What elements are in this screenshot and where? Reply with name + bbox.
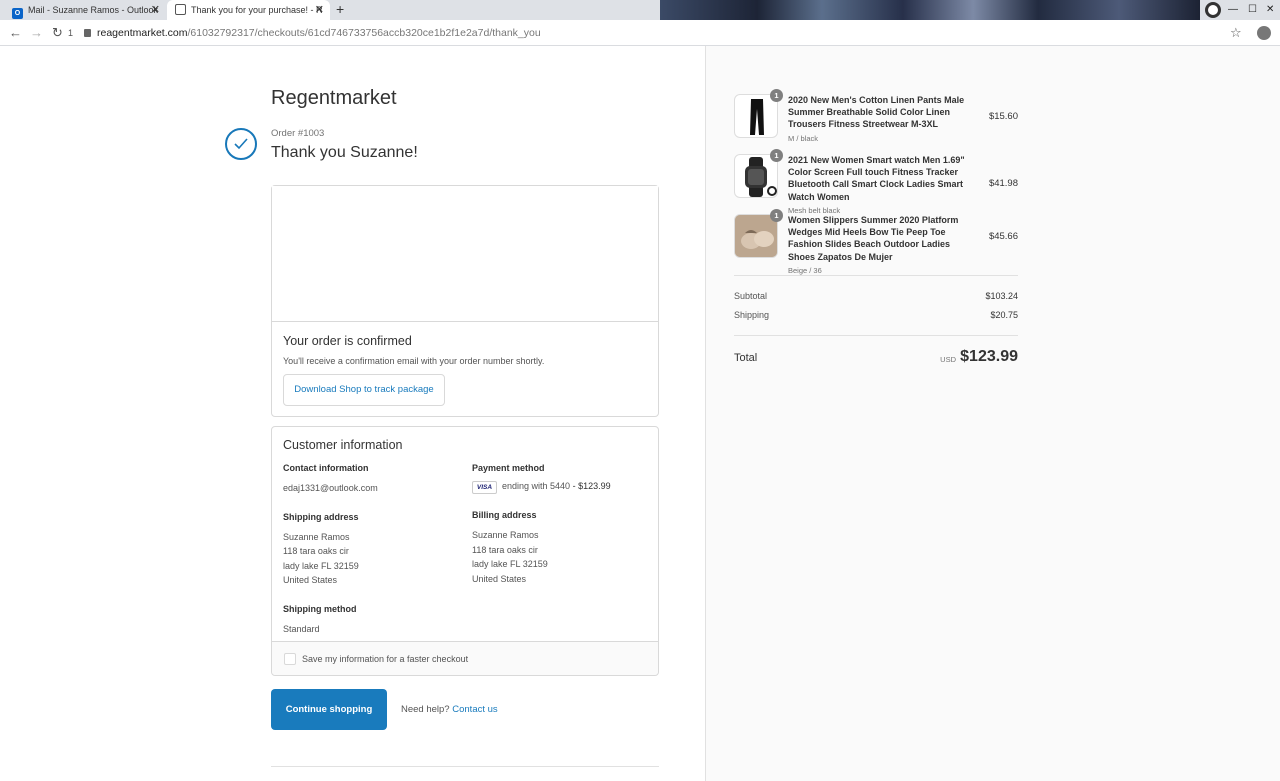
order-number: Order #1003	[271, 128, 325, 139]
customer-left-column: Contact information edaj1331@outlook.com…	[283, 463, 463, 652]
save-info-row: Save my information for a faster checkou…	[272, 641, 658, 675]
extension-icon[interactable]	[1205, 2, 1221, 18]
forward-button[interactable]: →	[30, 20, 43, 46]
billing-country: United States	[472, 573, 527, 584]
url-host: reagentmarket.com	[97, 27, 188, 39]
shipping-method-value: Standard	[283, 623, 320, 634]
browser-tab-bar: O Mail - Suzanne Ramos - Outlook ✕ Thank …	[0, 0, 1280, 20]
shipping-method-label: Shipping method	[283, 603, 357, 614]
tab-outlook[interactable]: O Mail - Suzanne Ramos - Outlook ✕	[0, 0, 166, 20]
url-field[interactable]: reagentmarket.com/61032792317/checkouts/…	[84, 24, 1254, 42]
reload-badge: 1	[68, 28, 74, 38]
payment-amount: - $123.99	[572, 481, 611, 491]
order-summary-sidebar: 1 2020 New Men's Cotton Linen Pants Male…	[705, 46, 1280, 781]
lock-icon	[84, 29, 91, 37]
summary-divider	[734, 275, 1018, 276]
currency-code: USD	[940, 355, 956, 364]
window-close-icon[interactable]: ✕	[1266, 0, 1274, 20]
shipping-country: United States	[283, 575, 338, 585]
tab-title: Thank you for your purchase! - R	[191, 5, 323, 15]
bookmark-star-icon[interactable]: ☆	[1230, 20, 1242, 46]
checkmark-icon	[225, 128, 257, 160]
confirmed-text: You'll receive a confirmation email with…	[283, 356, 545, 366]
minimize-icon[interactable]: —	[1228, 0, 1238, 20]
tab-thank-you[interactable]: Thank you for your purchase! - R ✕	[167, 0, 330, 20]
outlook-icon: O	[12, 8, 23, 19]
thank-you-heading: Thank you Suzanne!	[271, 144, 418, 161]
help-text: Need help? Contact us	[401, 704, 498, 715]
visa-card-icon: VISA	[472, 481, 497, 494]
order-confirmed-box: Your order is confirmed You'll receive a…	[271, 185, 659, 417]
close-icon[interactable]: ✕	[151, 0, 160, 20]
contact-label: Contact information	[283, 463, 369, 473]
payment-ending: ending with 5440	[502, 481, 571, 491]
close-icon[interactable]: ✕	[315, 0, 324, 20]
item-price: $41.98	[988, 178, 1018, 189]
quantity-badge: 1	[770, 89, 783, 102]
shipping-label: Shipping	[734, 310, 770, 320]
store-name[interactable]: Regentmarket	[271, 87, 397, 110]
need-help-label: Need help?	[401, 704, 450, 715]
back-button[interactable]: ←	[9, 20, 22, 46]
total-label: Total	[734, 352, 758, 364]
item-price: $15.60	[988, 111, 1018, 122]
continue-shopping-button[interactable]: Continue shopping	[271, 689, 387, 730]
billing-name: Suzanne Ramos	[472, 530, 539, 540]
confirmed-title: Your order is confirmed	[283, 334, 412, 348]
checkout-main: Regentmarket Order #1003 Thank you Suzan…	[0, 46, 705, 781]
download-shop-button[interactable]: Download Shop to track package	[283, 374, 445, 406]
customer-information-box: Customer information Contact information…	[271, 426, 659, 676]
quantity-badge: 1	[770, 149, 783, 162]
item-variant: M / black	[788, 133, 819, 143]
summary-divider	[734, 335, 1018, 336]
footer-divider	[271, 766, 659, 767]
shipping-name: Suzanne Ramos	[283, 531, 350, 542]
tab-title: Mail - Suzanne Ramos - Outlook	[28, 5, 159, 15]
save-info-label[interactable]: Save my information for a faster checkou…	[302, 654, 468, 664]
item-name: Women Slippers Summer 2020 Platform Wedg…	[788, 214, 978, 277]
url-path: /61032792317/checkouts/61cd746733756accb…	[187, 27, 541, 39]
quantity-badge: 1	[770, 209, 783, 222]
payment-method-value: VISA ending with 5440 - $123.99	[472, 481, 652, 494]
product-image-pants	[734, 94, 778, 138]
item-name: 2020 New Men's Cotton Linen Pants Male S…	[788, 94, 978, 145]
customer-info-title: Customer information	[283, 438, 403, 452]
shipping-address-label: Shipping address	[283, 511, 359, 522]
contact-email: edaj1331@outlook.com	[283, 483, 378, 493]
new-tab-button[interactable]: +	[336, 0, 344, 19]
globe-icon	[175, 4, 186, 15]
contact-us-link[interactable]: Contact us	[452, 704, 497, 715]
shipping-row: Shipping $20.75	[734, 310, 1018, 320]
payment-method-label: Payment method	[472, 463, 545, 473]
shipping-street: 118 tara oaks cir	[283, 546, 349, 556]
shipping-value: $20.75	[990, 310, 1018, 320]
item-price: $45.66	[988, 231, 1018, 242]
save-info-checkbox[interactable]	[284, 653, 296, 665]
subtotal-row: Subtotal $103.24	[734, 291, 1018, 301]
total-value: $123.99	[960, 348, 1018, 365]
product-image-slippers	[734, 214, 778, 258]
billing-address-label: Billing address	[472, 510, 537, 520]
maximize-icon[interactable]: ☐	[1248, 0, 1257, 20]
customer-right-column: Payment method VISA ending with 5440 - $1…	[472, 463, 652, 602]
subtotal-value: $103.24	[985, 291, 1018, 301]
billing-street: 118 tara oaks cir	[472, 544, 538, 555]
product-image-smartwatch	[734, 154, 778, 198]
item-name: 2021 New Women Smart watch Men 1.69" Col…	[788, 154, 978, 217]
account-icon[interactable]	[1257, 26, 1271, 40]
blurred-tab-area	[660, 0, 1200, 20]
map-placeholder	[272, 186, 658, 322]
subtotal-label: Subtotal	[734, 291, 768, 301]
reload-button[interactable]: ↻	[52, 20, 63, 46]
billing-city: lady lake FL 32159	[472, 559, 548, 569]
shipping-city: lady lake FL 32159	[283, 560, 359, 571]
address-bar: ← → ↻ 1 reagentmarket.com/61032792317/ch…	[0, 20, 1280, 46]
